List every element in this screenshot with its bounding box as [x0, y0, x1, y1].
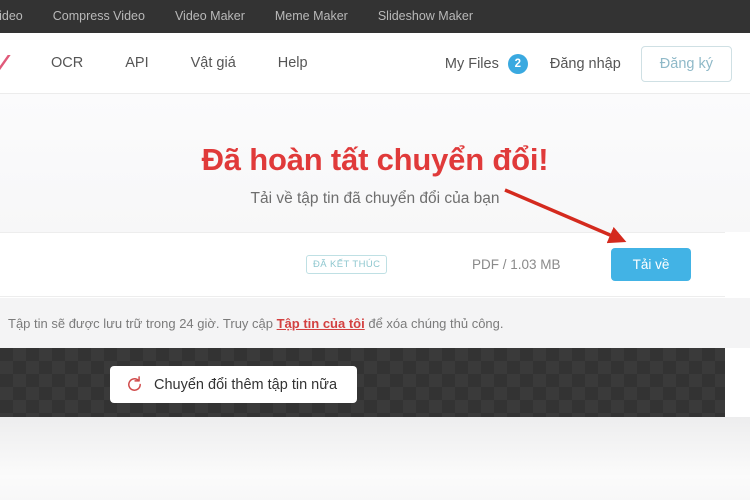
- notice-text-after: để xóa chúng thủ công.: [364, 315, 504, 331]
- convert-more-button[interactable]: Chuyển đổi thêm tập tin nữa: [110, 366, 358, 403]
- topbar-item-compress-video[interactable]: Compress Video: [38, 0, 160, 33]
- converted-file-row: ĐÃ KẾT THÚC PDF / 1.03 MB Tải về: [0, 232, 725, 297]
- convert-more-section: Chuyển đổi thêm tập tin nữa: [0, 348, 725, 417]
- topbar-item-video-maker[interactable]: Video Maker: [160, 0, 260, 33]
- signup-button[interactable]: Đăng ký: [640, 45, 732, 82]
- top-utility-bar-items: Video Compress Video Video Maker Meme Ma…: [0, 0, 488, 33]
- nav-link-help[interactable]: Help: [257, 55, 329, 71]
- login-link[interactable]: Đăng nhập: [550, 56, 621, 72]
- notice-text-before: Tập tin sẽ được lưu trữ trong 24 giờ. Tr…: [8, 315, 277, 331]
- nav-link-api[interactable]: API: [104, 55, 169, 71]
- main-navigation-bar: OCR API Vật giá Help My Files 2 Đăng nhậ…: [0, 33, 750, 94]
- status-badge: ĐÃ KẾT THÚC: [306, 255, 388, 274]
- hero-section: Đã hoàn tất chuyển đổi! Tải về tập tin đ…: [0, 94, 750, 232]
- page-bottom-area: [0, 417, 750, 500]
- topbar-item-meme-maker[interactable]: Meme Maker: [260, 0, 363, 33]
- nav-link-ocr[interactable]: OCR: [30, 55, 104, 71]
- checkmark-logo-fragment-icon[interactable]: [0, 55, 14, 71]
- page-root: Video Compress Video Video Maker Meme Ma…: [0, 0, 750, 500]
- nav-account-area: My Files 2 Đăng nhập Đăng ký: [445, 33, 732, 94]
- convert-more-label: Chuyển đổi thêm tập tin nữa: [154, 376, 338, 393]
- page-subtitle: Tải về tập tin đã chuyển đổi của bạn: [250, 190, 500, 207]
- top-utility-bar: Video Compress Video Video Maker Meme Ma…: [0, 0, 750, 33]
- nav-link-vat-gia[interactable]: Vật giá: [170, 55, 257, 71]
- nav-links: OCR API Vật giá Help: [30, 55, 329, 71]
- topbar-item-slideshow-maker[interactable]: Slideshow Maker: [363, 0, 488, 33]
- my-files-link[interactable]: My Files 2: [444, 53, 528, 74]
- my-files-label: My Files: [444, 55, 499, 72]
- storage-notice: Tập tin sẽ được lưu trữ trong 24 giờ. Tr…: [0, 298, 750, 348]
- topbar-item-video[interactable]: Video: [0, 0, 38, 33]
- refresh-icon: [126, 376, 143, 393]
- my-files-inline-link[interactable]: Tập tin của tôi: [277, 316, 365, 331]
- my-files-count-badge: 2: [507, 53, 528, 74]
- storage-notice-text: Tập tin sẽ được lưu trữ trong 24 giờ. Tr…: [8, 316, 504, 331]
- page-title: Đã hoàn tất chuyển đổi!: [201, 142, 549, 177]
- file-meta-label: PDF / 1.03 MB: [472, 257, 561, 272]
- download-button[interactable]: Tải về: [611, 248, 691, 281]
